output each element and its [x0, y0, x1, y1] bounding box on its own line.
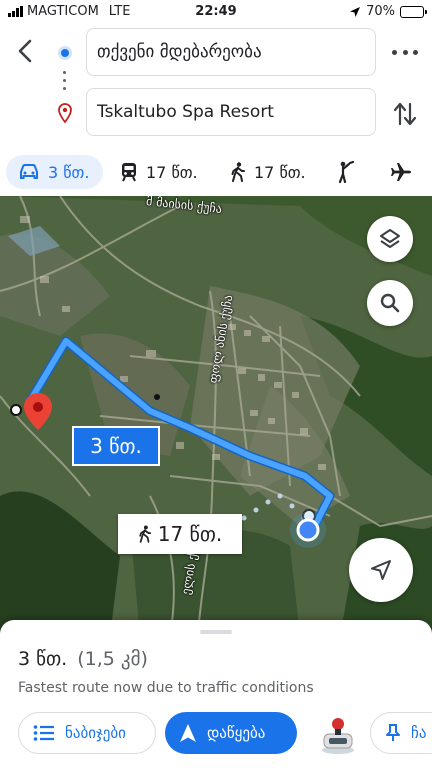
route-duration-badge[interactable]: 3 წთ. — [72, 426, 160, 466]
recenter-button[interactable] — [349, 538, 413, 602]
route-distance: (1,5 კმ) — [77, 648, 148, 670]
route-duration: 3 წთ. — [18, 648, 68, 670]
origin-dot-icon — [58, 46, 72, 60]
travel-mode-tabs: 3 წთ. 17 წთ. 17 წთ. — [0, 150, 432, 194]
walk-icon — [139, 525, 151, 543]
tab-driving-label: 3 წთ. — [48, 162, 90, 182]
route-summary: 3 წთ. (1,5 კმ) — [18, 648, 148, 670]
more-options-icon[interactable] — [392, 40, 418, 64]
tab-flight[interactable] — [390, 155, 412, 189]
route-summary-sheet[interactable]: 3 წთ. (1,5 კმ) Fastest route now due to t… — [0, 620, 432, 768]
walk-icon — [231, 162, 245, 182]
swap-icon[interactable] — [392, 100, 418, 128]
pin-icon — [386, 724, 400, 741]
status-bar: MAGTICOM LTE 22:49 70% — [0, 0, 432, 26]
route-connector-icon — [63, 71, 67, 93]
navigation-arrow-icon — [371, 560, 391, 580]
walking-duration-badge[interactable]: 17 წთ. — [118, 514, 242, 554]
origin-field[interactable]: თქვენი მდებარეობა — [86, 28, 376, 76]
hail-icon — [338, 161, 355, 183]
map-view[interactable]: მ მაისის ქუჩა ფოლ ანის ქუჩა ელის ქუ — [0, 196, 432, 636]
tab-transit[interactable]: 17 წთ. — [120, 155, 198, 189]
share-label: ჩა — [411, 724, 427, 742]
battery-icon — [400, 5, 427, 18]
tab-ride[interactable] — [336, 155, 356, 189]
list-icon — [33, 725, 54, 741]
steps-button[interactable]: ნაბიჯები — [18, 712, 156, 754]
maps-directions-screen: MAGTICOM LTE 22:49 70% თქვენი მდებარეობა… — [0, 0, 432, 768]
share-button[interactable]: ჩა — [370, 712, 432, 754]
navigation-icon — [180, 724, 196, 742]
car-icon — [20, 164, 38, 179]
start-label: დაწყება — [207, 724, 266, 742]
search-button[interactable] — [367, 280, 413, 326]
tab-walking-label: 17 წთ. — [254, 162, 306, 182]
back-arrow-icon[interactable] — [12, 36, 40, 66]
start-button[interactable]: დაწყება — [165, 712, 297, 754]
tab-driving[interactable]: 3 წთ. — [6, 155, 104, 189]
layers-icon — [380, 229, 400, 248]
steps-label: ნაბიჯები — [65, 724, 126, 742]
tab-transit-label: 17 წთ. — [146, 162, 198, 182]
origin-value: თქვენი მდებარეობა — [97, 42, 262, 62]
tab-walking[interactable]: 17 წთ. — [230, 155, 306, 189]
drag-handle[interactable] — [200, 630, 232, 634]
destination-field[interactable]: Tskaltubo Spa Resort — [86, 88, 376, 136]
location-pin-icon — [58, 103, 72, 123]
layers-button[interactable] — [367, 216, 413, 262]
train-icon — [122, 163, 136, 182]
3d-car-avatar-icon[interactable] — [318, 712, 358, 756]
directions-header: თქვენი მდებარეობა Tskaltubo Spa Resort — [0, 26, 432, 144]
battery-percent: 70% — [366, 4, 395, 19]
location-arrow-icon — [350, 6, 361, 17]
route-note: Fastest route now due to traffic conditi… — [18, 680, 314, 696]
plane-icon — [391, 163, 411, 181]
route-duration-text: 3 წთ. — [90, 434, 142, 458]
walking-duration-text: 17 წთ. — [157, 522, 223, 546]
destination-value: Tskaltubo Spa Resort — [97, 102, 274, 122]
search-icon — [380, 293, 400, 313]
